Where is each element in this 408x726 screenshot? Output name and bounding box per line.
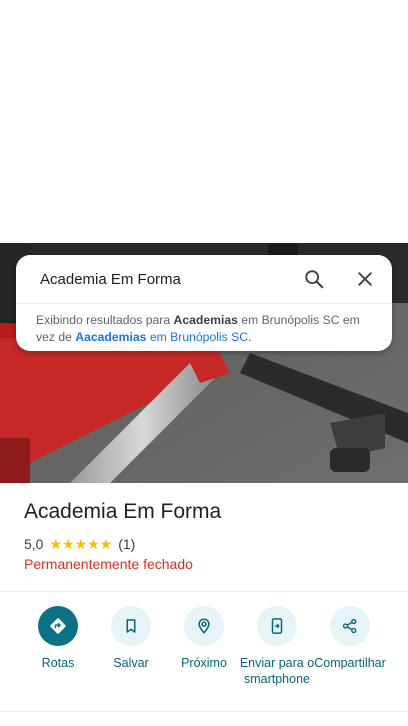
notice-alt-term: Aacademias [75,330,147,344]
place-title: Academia Em Forma [24,500,222,523]
close-icon[interactable] [353,267,377,291]
star-rating-icon: ★★★★★ [49,537,112,551]
share-label: Compartilhar [314,656,386,670]
search-bar[interactable]: Academia Em Forma [16,255,392,303]
search-input[interactable]: Academia Em Forma [40,271,392,288]
notice-end: . [248,330,252,344]
rating-value: 5,0 [24,536,44,552]
send-to-phone-icon [257,606,297,646]
notice-term: Academias [173,313,238,327]
rating-row[interactable]: 5,0 ★★★★★ (1) [24,536,135,552]
stars-glyphs: ★★★★★ [49,536,113,552]
status-closed: Permanentemente fechado [24,556,193,572]
notice-alt-suffix: em Brunópolis SC [146,330,249,344]
review-count[interactable]: (1) [118,536,135,552]
notice-prefix: Exibindo resultados para [36,313,174,327]
directions-icon [38,606,78,646]
send-to-phone-button[interactable]: Enviar para o smartphone [237,606,317,687]
search-instead-link[interactable]: Aacademias em Brunópolis SC [75,330,248,344]
nearby-label: Próximo [181,656,227,670]
directions-label: Rotas [41,656,75,670]
search-card: Academia Em Forma Exibindo resultados pa… [16,255,392,351]
share-button[interactable]: Compartilhar [310,606,390,671]
save-button[interactable]: Salvar [91,606,171,671]
search-correction-notice: Exibindo resultados para Academias em Br… [16,304,392,346]
divider-top [0,591,408,592]
divider-bottom [0,711,408,712]
send-to-phone-label: Enviar para o smartphone [239,656,315,686]
nearby-button[interactable]: Próximo [164,606,244,671]
nearby-icon [184,606,224,646]
bookmark-icon [111,606,151,646]
directions-button[interactable]: Rotas [18,606,98,671]
share-icon [330,606,370,646]
map-area-blank [0,0,408,243]
save-label: Salvar [113,656,149,670]
search-icon[interactable] [302,267,326,291]
